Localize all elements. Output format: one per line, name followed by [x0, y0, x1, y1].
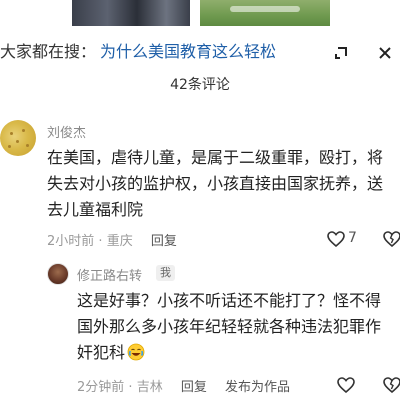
heart-icon[interactable] [326, 229, 346, 249]
preview-image-left[interactable] [72, 0, 190, 26]
meta-separator: · [98, 234, 103, 249]
reply-meta: 2分钟前 · 吉林 回复 发布为作品 [77, 376, 290, 395]
comment-line: 失去对小孩的监护权，小孩直接由国家抚养，送 [47, 174, 384, 193]
crying-laughing-emoji-icon [127, 343, 145, 361]
reply-line: 这是好事？小孩不听话还不能打了？怪不得 [77, 291, 382, 310]
dislike-icon[interactable] [382, 229, 400, 249]
reply-button[interactable]: 回复 [181, 380, 207, 395]
comment-line: 去儿童福利院 [47, 200, 144, 219]
dislike-icon[interactable] [382, 375, 400, 395]
heart-icon[interactable] [336, 375, 356, 395]
close-icon[interactable] [376, 44, 394, 62]
reply-body[interactable]: 这是好事？小孩不听话还不能打了？怪不得 国外那么多小孩年纪轻轻就各种违法犯罪作 … [77, 288, 400, 366]
search-suggestion-prefix: 大家都在搜： [0, 42, 97, 61]
me-badge: 我 [156, 265, 175, 281]
like-count: 7 [348, 230, 357, 246]
reply-avatar[interactable] [47, 263, 69, 285]
reply-line-text: 奸犯科 [77, 343, 126, 362]
meta-separator: · [128, 380, 133, 395]
comment-author-name[interactable]: 刘俊杰 [47, 122, 86, 141]
comment-line: 在美国，虐待儿童，是属于二级重罪，殴打，将 [47, 148, 384, 167]
publish-as-work-button[interactable]: 发布为作品 [225, 380, 290, 395]
reply-time: 2分钟前 [77, 380, 125, 395]
preview-image-right[interactable] [200, 0, 330, 26]
comment-meta: 2小时前 · 重庆 回复 [47, 230, 177, 249]
search-suggestion-row: 大家都在搜： 为什么美国教育这么轻松 [0, 38, 400, 66]
comment-body[interactable]: 在美国，虐待儿童，是属于二级重罪，殴打，将 失去对小孩的监护权，小孩直接由国家抚… [47, 145, 400, 223]
comment-location: 重庆 [106, 234, 133, 249]
expand-arrow-icon[interactable] [332, 44, 350, 62]
reply-line: 国外那么多小孩年纪轻轻就各种违法犯罪作 [77, 317, 382, 336]
reply-location: 吉林 [136, 380, 163, 395]
comment-time: 2小时前 [47, 234, 95, 249]
search-suggestion-link[interactable]: 为什么美国教育这么轻松 [100, 38, 276, 66]
top-image-strip [0, 0, 400, 28]
reply-line-last: 奸犯科 [77, 340, 400, 366]
comment-count-header: 42条评论 [170, 77, 230, 93]
reply-author-name[interactable]: 修正路右转 [77, 265, 142, 284]
avatar[interactable] [0, 120, 36, 156]
reply-button[interactable]: 回复 [151, 234, 177, 249]
